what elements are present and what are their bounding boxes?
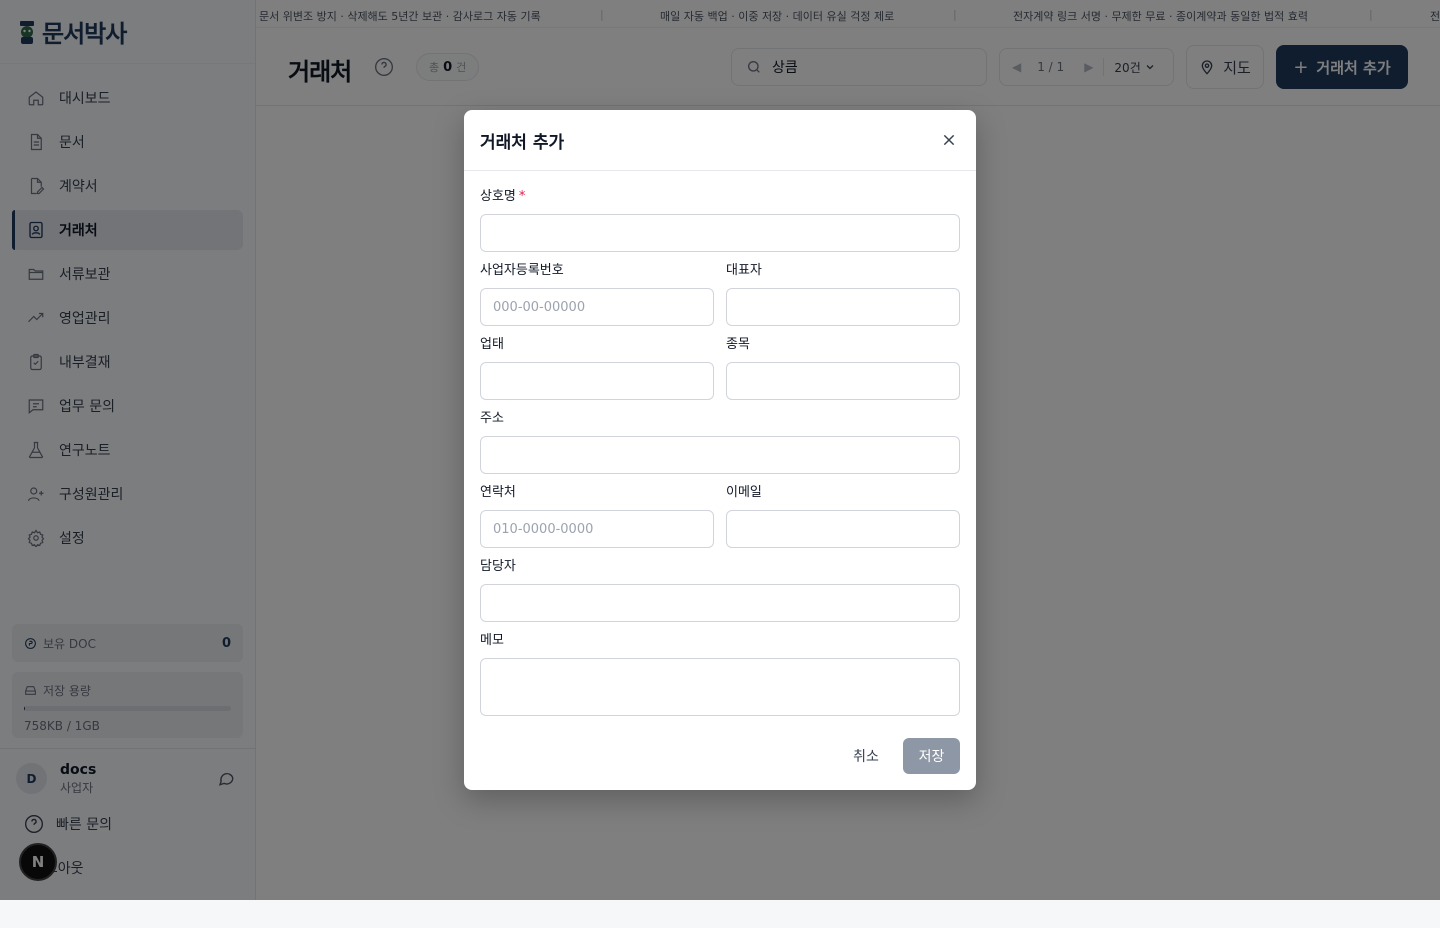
ceo-field: 대표자 (726, 262, 960, 326)
memo-field: 메모 (480, 632, 960, 716)
biz-type-input[interactable] (480, 362, 714, 400)
company-field: 상호명 * (480, 188, 960, 252)
biz-item-input[interactable] (726, 362, 960, 400)
biz-type-field: 업태 (480, 336, 714, 400)
add-client-modal: 거래처 추가 상호명 * 사업자등록번호 000-00-00000 대표자 업태 … (464, 110, 976, 790)
biz-item-field: 종목 (726, 336, 960, 400)
memo-textarea[interactable] (480, 658, 960, 716)
company-label-text: 상호명 (480, 189, 516, 204)
modal-title: 거래처 추가 (480, 132, 565, 153)
close-icon[interactable] (938, 129, 960, 151)
biz-no-input[interactable]: 000-00-00000 (480, 288, 714, 326)
phone-field: 연락처 010-0000-0000 (480, 484, 714, 548)
email-field: 이메일 (726, 484, 960, 548)
phone-input[interactable]: 010-0000-0000 (480, 510, 714, 548)
manager-label: 담당자 (480, 559, 516, 574)
save-button[interactable]: 저장 (903, 738, 960, 774)
biz-type-label: 업태 (480, 337, 504, 352)
email-label: 이메일 (726, 485, 762, 500)
manager-field: 담당자 (480, 558, 960, 622)
biz-item-label: 종목 (726, 337, 750, 352)
address-field: 주소 (480, 410, 960, 474)
ceo-input[interactable] (726, 288, 960, 326)
modal-header: 거래처 추가 (464, 110, 976, 171)
company-input[interactable] (480, 214, 960, 252)
email-input[interactable] (726, 510, 960, 548)
memo-label: 메모 (480, 633, 504, 648)
ceo-label: 대표자 (726, 263, 762, 278)
biz-no-field: 사업자등록번호 000-00-00000 (480, 262, 714, 326)
biz-no-label: 사업자등록번호 (480, 263, 564, 278)
address-input[interactable] (480, 436, 960, 474)
required-mark: * (518, 189, 526, 204)
company-label: 상호명 * (480, 188, 960, 206)
address-label: 주소 (480, 411, 504, 426)
bottom-strip (0, 900, 1440, 928)
manager-input[interactable] (480, 584, 960, 622)
phone-label: 연락처 (480, 485, 516, 500)
cancel-button[interactable]: 취소 (844, 738, 888, 774)
